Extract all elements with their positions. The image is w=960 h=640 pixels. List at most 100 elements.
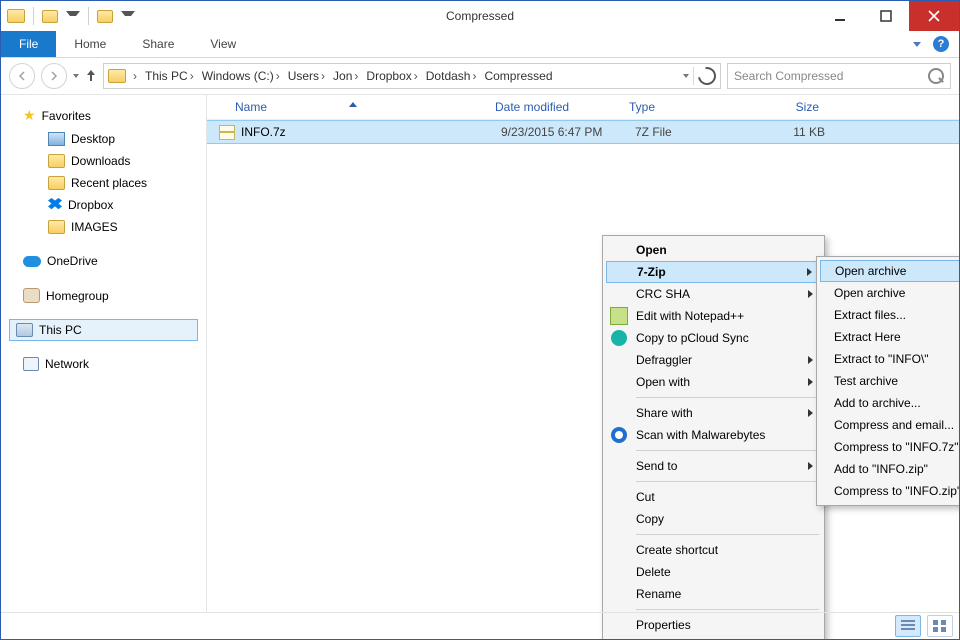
column-header-size[interactable]: Size [749, 100, 831, 114]
menu-defraggler[interactable]: Defraggler [606, 349, 821, 371]
menu-label: Rename [632, 587, 813, 601]
tab-view[interactable]: View [192, 31, 254, 57]
sidebar-item-label: Downloads [71, 154, 130, 168]
menu-malwarebytes[interactable]: Scan with Malwarebytes [606, 424, 821, 446]
sidebar-item-thispc[interactable]: This PC [9, 319, 198, 341]
view-icons-button[interactable] [927, 615, 953, 637]
pc-icon [16, 323, 33, 337]
tab-label: View [210, 37, 236, 51]
breadcrumb-item[interactable]: Dropbox› [363, 69, 420, 83]
menu-pcloud[interactable]: Copy to pCloud Sync [606, 327, 821, 349]
submenu-extract-files[interactable]: Extract files... [820, 304, 960, 326]
file-list: Name Date modified Type Size INFO.7z 9/2… [207, 95, 959, 613]
sidebar-item-desktop[interactable]: Desktop [41, 128, 206, 150]
file-row[interactable]: INFO.7z 9/23/2015 6:47 PM 7Z File 11 KB [207, 120, 959, 144]
folder-icon [48, 154, 65, 168]
breadcrumb-item[interactable]: Users› [285, 69, 328, 83]
ribbon-minimize-icon[interactable] [913, 42, 921, 47]
view-details-button[interactable] [895, 615, 921, 637]
submenu-compress-email[interactable]: Compress and email... [820, 414, 960, 436]
menu-cut[interactable]: Cut [606, 486, 821, 508]
menu-share-with[interactable]: Share with [606, 402, 821, 424]
submenu-extract-here[interactable]: Extract Here [820, 326, 960, 348]
minimize-button[interactable] [817, 1, 863, 31]
menu-label: Extract files... [830, 308, 960, 322]
menu-crc-sha[interactable]: CRC SHA [606, 283, 821, 305]
separator [693, 67, 694, 85]
column-header-type[interactable]: Type [629, 100, 749, 114]
sidebar-item-dropbox[interactable]: Dropbox [41, 194, 206, 216]
desktop-icon [48, 132, 65, 146]
tab-home[interactable]: Home [56, 31, 124, 57]
sidebar-item-network[interactable]: Network [1, 353, 206, 375]
qat-dropdown-icon[interactable] [66, 11, 80, 22]
help-icon[interactable]: ? [933, 36, 949, 52]
menu-send-to[interactable]: Send to [606, 455, 821, 477]
search-placeholder: Search Compressed [734, 69, 843, 83]
tab-share[interactable]: Share [124, 31, 192, 57]
menu-open-with[interactable]: Open with [606, 371, 821, 393]
sidebar-group-favorites[interactable]: ★Favorites [1, 103, 206, 128]
menu-label: Open archive [831, 264, 960, 278]
address-dropdown-icon[interactable] [683, 74, 689, 78]
refresh-icon[interactable] [694, 63, 719, 88]
column-header-date[interactable]: Date modified [495, 100, 629, 114]
icons-view-icon [933, 620, 947, 632]
qat-properties-icon[interactable] [42, 10, 58, 23]
menu-edit-notepadpp[interactable]: Edit with Notepad++ [606, 305, 821, 327]
menu-copy[interactable]: Copy [606, 508, 821, 530]
menu-7zip[interactable]: 7-Zip [606, 261, 821, 283]
menu-label: Edit with Notepad++ [632, 309, 813, 323]
sidebar-item-onedrive[interactable]: OneDrive [1, 250, 206, 272]
column-label: Type [629, 100, 655, 114]
column-header-name[interactable]: Name [235, 100, 495, 114]
submenu-test-archive[interactable]: Test archive [820, 370, 960, 392]
forward-button[interactable] [41, 63, 67, 89]
menu-label: Copy to pCloud Sync [632, 331, 813, 345]
sidebar-item-label: Network [45, 357, 89, 371]
window-buttons [817, 1, 959, 31]
breadcrumb-item[interactable]: Windows (C:)› [199, 69, 283, 83]
breadcrumb-label: Jon [333, 69, 352, 83]
sidebar-item-downloads[interactable]: Downloads [41, 150, 206, 172]
menu-open[interactable]: Open [606, 239, 821, 261]
menu-separator [636, 450, 819, 451]
sidebar-item-homegroup[interactable]: Homegroup [1, 284, 206, 307]
history-dropdown-icon[interactable] [73, 74, 79, 78]
menu-create-shortcut[interactable]: Create shortcut [606, 539, 821, 561]
onedrive-icon [23, 256, 41, 267]
breadcrumb-item[interactable]: Compressed [481, 69, 555, 83]
nav-pane: ★Favorites Desktop Downloads Recent plac… [1, 95, 207, 613]
menu-rename[interactable]: Rename [606, 583, 821, 605]
archive-icon [219, 125, 235, 140]
up-button[interactable] [85, 70, 97, 82]
sidebar-item-images[interactable]: IMAGES [41, 216, 206, 238]
qat-dropdown-icon[interactable] [121, 11, 135, 22]
submenu-open-archive-more[interactable]: Open archive [820, 282, 960, 304]
breadcrumb-chevron[interactable]: › [128, 69, 140, 83]
qat-newfolder-icon[interactable] [97, 10, 113, 23]
menu-label: Create shortcut [632, 543, 813, 557]
breadcrumb-item[interactable]: This PC› [142, 69, 197, 83]
back-button[interactable] [9, 63, 35, 89]
submenu-compress-7z-email[interactable]: Compress to "INFO.7z" and email [820, 436, 960, 458]
menu-label: Open with [632, 375, 808, 389]
sidebar-item-recent[interactable]: Recent places [41, 172, 206, 194]
close-button[interactable] [909, 1, 959, 31]
breadcrumb-item[interactable]: Dotdash› [423, 69, 480, 83]
file-name: INFO.7z [241, 125, 501, 139]
maximize-button[interactable] [863, 1, 909, 31]
submenu-open-archive[interactable]: Open archive [820, 260, 960, 282]
submenu-extract-to[interactable]: Extract to "INFO\" [820, 348, 960, 370]
breadcrumb-item[interactable]: Jon› [330, 69, 361, 83]
menu-separator [636, 609, 819, 610]
submenu-add-to-archive[interactable]: Add to archive... [820, 392, 960, 414]
menu-separator [636, 534, 819, 535]
menu-separator [636, 397, 819, 398]
menu-delete[interactable]: Delete [606, 561, 821, 583]
search-input[interactable]: Search Compressed [727, 63, 951, 89]
address-bar[interactable]: › This PC› Windows (C:)› Users› Jon› Dro… [103, 63, 721, 89]
file-tab[interactable]: File [1, 31, 56, 57]
submenu-add-to-zip[interactable]: Add to "INFO.zip" [820, 458, 960, 480]
submenu-compress-zip-email[interactable]: Compress to "INFO.zip" and email [820, 480, 960, 502]
